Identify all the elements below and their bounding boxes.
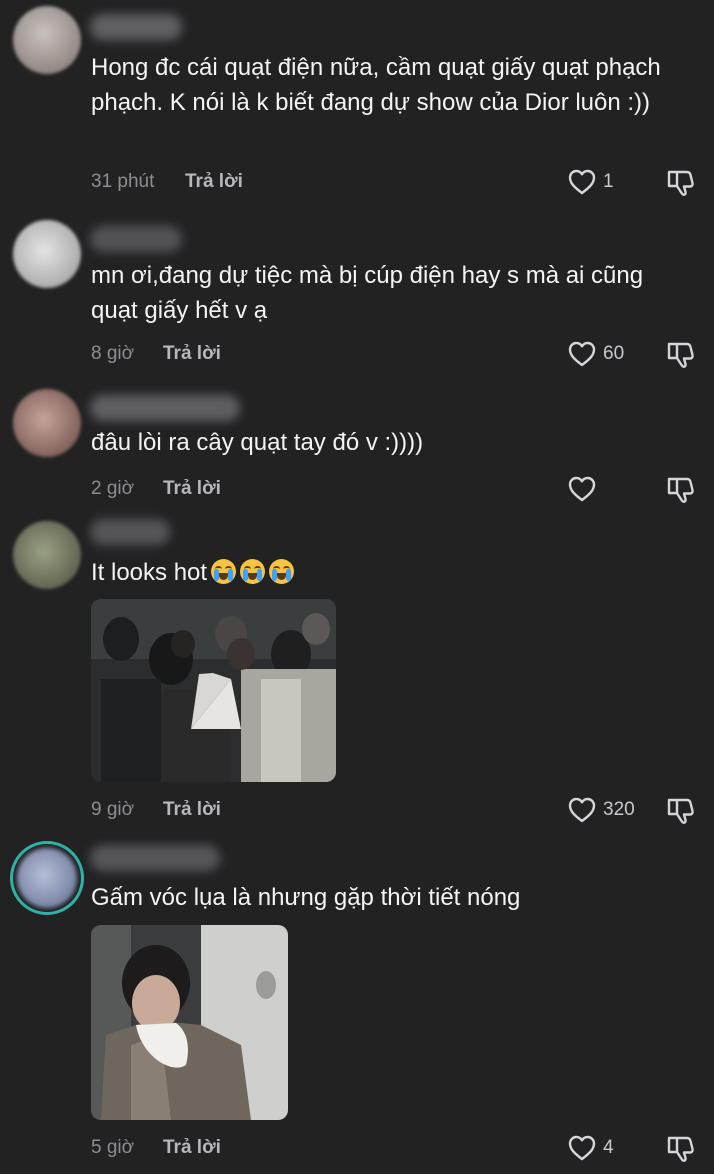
like-button[interactable]: 320 [567, 795, 635, 825]
heart-outline-icon [567, 1134, 597, 1162]
comment-time: 9 giờ [91, 799, 135, 820]
comment-item: Hong đc cái quạt điện nữa, cầm quạt giấy… [0, 0, 714, 210]
comment-meta: 2 giờ Trả lời [91, 474, 701, 504]
thumb-down-icon[interactable] [665, 474, 697, 504]
comment-meta: 31 phút Trả lời 1 [91, 167, 701, 197]
comment-item: It looks hot 9 giờ Trả lời 320 [0, 515, 714, 835]
comment-item: mn ơi,đang dự tiệc mà bị cúp điện hay s … [0, 210, 714, 385]
avatar[interactable] [13, 6, 81, 74]
comment-time: 2 giờ [91, 478, 135, 499]
heart-outline-icon [567, 475, 597, 503]
avatar[interactable] [13, 389, 81, 457]
avatar[interactable] [13, 521, 81, 589]
loudly-crying-face-emoji [211, 559, 237, 584]
comment-photo[interactable] [91, 599, 336, 782]
like-button[interactable]: 1 [567, 167, 614, 197]
loudly-crying-face-emoji [240, 559, 266, 584]
comment-item: đâu lòi ra cây quạt tay đó v :)))) 2 giờ… [0, 385, 714, 515]
heart-outline-icon [567, 168, 597, 196]
comment-time: 8 giờ [91, 343, 135, 364]
avatar[interactable] [13, 844, 81, 912]
like-button[interactable]: 4 [567, 1133, 614, 1163]
comment-meta: 5 giờ Trả lời 4 [91, 1133, 701, 1163]
like-button[interactable] [567, 474, 597, 504]
heart-outline-icon [567, 796, 597, 824]
reply-button[interactable]: Trả lời [163, 474, 221, 504]
like-count: 1 [603, 171, 614, 192]
heart-outline-icon [567, 340, 597, 368]
thumb-down-icon[interactable] [665, 339, 697, 369]
comment-meta: 8 giờ Trả lời 60 [91, 339, 701, 369]
thumb-down-icon[interactable] [665, 1133, 697, 1163]
comment-item: Gấm vóc lụa là nhưng gặp thời tiết nóng … [0, 835, 714, 1174]
comment-text: đâu lòi ra cây quạt tay đó v :)))) [91, 429, 424, 456]
loudly-crying-face-emoji [269, 559, 295, 584]
like-count: 4 [603, 1137, 614, 1158]
thumb-down-icon[interactable] [665, 167, 697, 197]
like-count: 60 [603, 343, 625, 364]
photo-man-with-fan [91, 925, 288, 1120]
comment-photo[interactable] [91, 925, 288, 1120]
username-blurred[interactable] [90, 395, 240, 421]
avatar[interactable] [13, 220, 81, 288]
reply-button[interactable]: Trả lời [163, 339, 221, 369]
comment-text: Gấm vóc lụa là nhưng gặp thời tiết nóng [91, 884, 521, 911]
username-blurred[interactable] [90, 226, 182, 252]
comment-meta: 9 giờ Trả lời 320 [91, 795, 701, 825]
comment-time: 31 phút [91, 171, 155, 192]
like-button[interactable]: 60 [567, 339, 624, 369]
comment-time: 5 giờ [91, 1137, 135, 1158]
reply-button[interactable]: Trả lời [163, 795, 221, 825]
comment-text-content: It looks hot [91, 559, 208, 586]
username-blurred[interactable] [90, 14, 182, 40]
photo-audience-with-fans [91, 599, 336, 782]
username-blurred[interactable] [90, 845, 220, 871]
comment-text: It looks hot [91, 555, 691, 590]
like-count: 320 [603, 799, 635, 820]
reply-button[interactable]: Trả lời [163, 1133, 221, 1163]
username-blurred[interactable] [90, 519, 170, 545]
comment-text: mn ơi,đang dự tiệc mà bị cúp điện hay s … [91, 262, 644, 324]
thumb-down-icon[interactable] [665, 795, 697, 825]
comment-text: Hong đc cái quạt điện nữa, cầm quạt giấy… [91, 54, 661, 116]
reply-button[interactable]: Trả lời [185, 167, 243, 197]
